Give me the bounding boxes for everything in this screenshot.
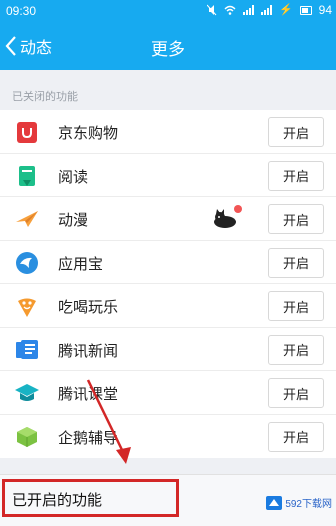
- list-item: 腾讯课堂 开启: [0, 371, 336, 415]
- header-bar: 动态 更多: [0, 22, 336, 70]
- food-fun-icon: [14, 293, 40, 319]
- feature-label: 阅读: [58, 167, 89, 186]
- list-item: 动漫 开启: [0, 197, 336, 241]
- enable-button[interactable]: 开启: [268, 378, 324, 408]
- enable-button[interactable]: 开启: [268, 117, 324, 147]
- feature-label: 吃喝玩乐: [58, 298, 119, 316]
- feature-label: 腾讯课堂: [58, 385, 119, 403]
- feature-label: 腾讯新闻: [58, 341, 119, 360]
- signal-icon: [242, 5, 254, 15]
- watermark-text: 592下载网: [285, 499, 332, 510]
- section-title-enabled: 已开启的功能: [12, 491, 103, 509]
- status-time: 09:30: [6, 4, 37, 18]
- enabled-features-section: 已开启的功能 592下载网: [0, 474, 336, 526]
- watermark-logo-icon: [266, 495, 283, 510]
- notification-dot: [234, 205, 242, 213]
- enable-button[interactable]: 开启: [268, 291, 324, 321]
- battery-icon: [299, 5, 312, 15]
- page-title: 更多: [151, 40, 185, 60]
- feature-label: 企鹅辅导: [58, 428, 119, 447]
- tencent-news-icon: [14, 337, 40, 363]
- wifi-icon: [224, 5, 236, 15]
- list-item: 应用宝 开启: [0, 240, 336, 284]
- battery-level: 94: [318, 3, 332, 17]
- list-item: 阅读 开启: [0, 153, 336, 197]
- enable-button[interactable]: 开启: [268, 247, 324, 278]
- enable-button[interactable]: 开启: [268, 334, 324, 365]
- list-item: 腾讯新闻 开启: [0, 327, 336, 371]
- status-icons: ⚡ 94: [206, 3, 332, 17]
- list-item: 吃喝玩乐 开启: [0, 284, 336, 328]
- enable-button[interactable]: 开启: [268, 160, 324, 191]
- status-bar: 09:30 ⚡ 94: [0, 0, 336, 22]
- disabled-features-list: 京东购物 开启 阅读 开启 动漫 开启 应用宝 开启 吃喝玩乐 开启 腾讯新闻 …: [0, 110, 336, 458]
- charging-icon: ⚡: [278, 4, 293, 16]
- feature-label: 京东购物: [58, 124, 119, 142]
- tencent-classroom-icon: [14, 380, 40, 406]
- mute-icon: [206, 4, 217, 16]
- enable-button[interactable]: 开启: [268, 421, 324, 452]
- feature-label: 动漫: [58, 211, 89, 229]
- watermark: 592下载网: [266, 495, 332, 510]
- section-title-disabled: 已关闭的功能: [12, 90, 78, 103]
- anime-icon: [14, 206, 40, 232]
- jd-shopping-icon: [14, 119, 40, 145]
- enable-button[interactable]: 开启: [268, 204, 324, 234]
- reading-icon: [14, 163, 40, 189]
- app-store-icon: [14, 250, 40, 276]
- feature-label: 应用宝: [58, 254, 104, 273]
- signal-2-icon: [260, 5, 272, 15]
- list-item: 企鹅辅导 开启: [0, 414, 336, 458]
- penguin-tutoring-icon: [14, 424, 40, 450]
- list-item: 京东购物 开启: [0, 110, 336, 154]
